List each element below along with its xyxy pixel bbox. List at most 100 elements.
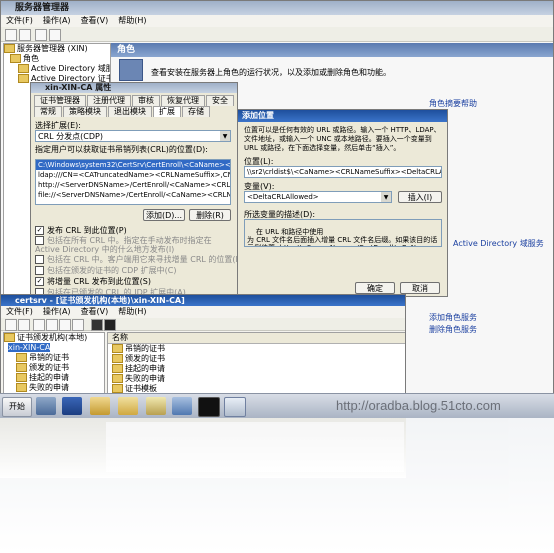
tree-item-ad-ds[interactable]: Active Directory 域服务: [4, 64, 110, 74]
folder-icon: [16, 373, 27, 382]
menu-view[interactable]: 查看(V): [76, 307, 114, 316]
list-item[interactable]: 颁发的证书: [108, 354, 405, 364]
option-include-in-crls[interactable]: 包括在 CRL 中。客户端用它来寻找增量 CRL 的位置(N): [35, 254, 237, 265]
server-manager-icon[interactable]: [36, 397, 56, 415]
add-role-services-link[interactable]: 添加角色服务: [429, 312, 477, 323]
forward-icon[interactable]: [19, 29, 31, 41]
start-button[interactable]: 开始: [2, 397, 32, 417]
tree-item-failed[interactable]: 失败的申请: [4, 383, 104, 393]
location-item[interactable]: C:\Windows\system32\CertSrv\CertEnroll\<…: [36, 160, 230, 170]
list-item[interactable]: 失败的申请: [108, 374, 405, 384]
explorer-icon[interactable]: [90, 397, 110, 415]
server-manager-titlebar[interactable]: 服务器管理器: [1, 1, 553, 15]
refresh-icon[interactable]: [46, 319, 58, 331]
chevron-down-icon[interactable]: ▼: [220, 131, 230, 141]
tree-item-server-manager[interactable]: 服务器管理器 (XIN): [4, 44, 110, 54]
tab-policy-module[interactable]: 策略模块: [63, 106, 107, 117]
option-include-cdp[interactable]: 包括在颁发的证书的 CDP 扩展中(C): [35, 265, 176, 276]
option-publish-crl[interactable]: ✓ 发布 CRL 到此位置(P): [35, 225, 127, 236]
tab-storage[interactable]: 存储: [182, 106, 210, 117]
tabs-row-1: 证书管理器 注册代理 审核 恢复代理 安全: [34, 95, 235, 106]
tree-item-issued[interactable]: 颁发的证书: [4, 363, 104, 373]
locations-list[interactable]: C:\Windows\system32\CertSrv\CertEnroll\<…: [35, 159, 231, 205]
back-icon[interactable]: [5, 29, 17, 41]
help-icon[interactable]: [72, 319, 84, 331]
remove-location-button[interactable]: 删除(R): [189, 209, 231, 221]
export-icon[interactable]: [59, 319, 71, 331]
up-icon[interactable]: [33, 319, 45, 331]
location-input[interactable]: \\sr2\crldist$\<CaName><CRLNameSuffix><D…: [244, 166, 442, 178]
tab-enrollment-agents[interactable]: 注册代理: [87, 95, 131, 106]
cancel-button[interactable]: 取消: [400, 282, 440, 294]
ca-properties-titlebar[interactable]: xin-XIN-CA 属性: [31, 83, 237, 93]
menu-file[interactable]: 文件(F): [1, 16, 38, 25]
folder-icon: [16, 383, 27, 392]
up-icon[interactable]: [35, 29, 47, 41]
powershell-icon[interactable]: [62, 397, 82, 415]
add-location-dialog: 添加位置 位置可以是任何有效的 URL 或路径。输入一个 HTTP、LDAP、文…: [237, 109, 448, 297]
variable-dropdown[interactable]: <DeltaCRLAllowed> ▼: [244, 191, 392, 203]
forward-icon[interactable]: [18, 319, 30, 331]
tab-auditing[interactable]: 审核: [132, 95, 160, 106]
ad-ds-link[interactable]: Active Directory 域服务: [453, 238, 544, 249]
option-publish-delta-crl[interactable]: ✓ 将增量 CRL 发布到此位置(S): [35, 276, 151, 287]
tab-security[interactable]: 安全: [206, 95, 234, 106]
checkbox[interactable]: [35, 236, 44, 245]
select-extension-dropdown[interactable]: CRL 分发点(CDP) ▼: [35, 130, 231, 142]
certsrv-menubar: 文件(F) 操作(A) 查看(V) 帮助(H): [1, 306, 405, 318]
menu-help[interactable]: 帮助(H): [113, 307, 151, 316]
add-location-description: 位置可以是任何有效的 URL 或路径。输入一个 HTTP、LDAP、文件地址，或…: [244, 126, 441, 152]
locations-label: 指定用户可以获取证书吊销列表(CRL)的位置(D):: [35, 145, 208, 154]
checkbox-checked[interactable]: ✓: [35, 226, 44, 235]
location-item[interactable]: file://<ServerDNSName>/CertEnroll/<CaNam…: [36, 190, 230, 200]
insert-button[interactable]: 插入(I): [398, 191, 442, 203]
list-header[interactable]: 名称: [108, 333, 405, 344]
network-icon[interactable]: [172, 397, 192, 415]
option-include-all-crls[interactable]: 包括在所有 CRL 中。指定在手动发布时指定在 Active Directory…: [35, 236, 235, 254]
add-location-button[interactable]: 添加(D)...: [143, 209, 185, 221]
tree-item-ca[interactable]: xin-XIN-CA: [4, 343, 104, 353]
checkbox[interactable]: [35, 266, 44, 275]
chevron-down-icon[interactable]: ▼: [381, 192, 391, 202]
cmd-icon[interactable]: [198, 397, 220, 417]
menu-view[interactable]: 查看(V): [76, 16, 114, 25]
properties-icon[interactable]: [49, 29, 61, 41]
list-item[interactable]: 挂起的申请: [108, 364, 405, 374]
certsrv-icon[interactable]: [224, 397, 246, 417]
roles-header: 角色: [111, 43, 553, 57]
checkbox[interactable]: [35, 255, 44, 264]
folder-icon: [112, 364, 123, 373]
tab-cert-manager[interactable]: 证书管理器: [34, 95, 86, 106]
start-service-icon[interactable]: [91, 319, 103, 331]
start-label: 开始: [9, 402, 25, 411]
folder-icon: [16, 353, 27, 362]
roles-title: 角色: [117, 45, 136, 55]
checkbox-checked[interactable]: ✓: [35, 277, 44, 286]
location-item[interactable]: http://<ServerDNSName>/CertEnroll/<CaNam…: [36, 180, 230, 190]
remove-role-services-link[interactable]: 删除角色服务: [429, 324, 477, 335]
add-location-titlebar[interactable]: 添加位置: [238, 110, 447, 122]
folder-icon[interactable]: [118, 397, 138, 415]
tree-item-ca-local[interactable]: 证书颁发机构(本地): [4, 333, 104, 343]
list-item[interactable]: 吊销的证书: [108, 344, 405, 354]
tab-exit-module[interactable]: 退出模块: [108, 106, 152, 117]
stop-service-icon[interactable]: [104, 319, 116, 331]
roles-icon-large: [119, 59, 143, 81]
tab-recovery-agents[interactable]: 恢复代理: [161, 95, 205, 106]
menu-action[interactable]: 操作(A): [38, 307, 76, 316]
menu-file[interactable]: 文件(F): [1, 307, 38, 316]
menu-help[interactable]: 帮助(H): [113, 16, 151, 25]
tab-extensions[interactable]: 扩展: [153, 106, 181, 117]
server-manager-toolbar: [1, 27, 553, 42]
certsrv-titlebar[interactable]: certsrv - [证书颁发机构(本地)\xin-XIN-CA]: [1, 295, 405, 306]
tab-general[interactable]: 常规: [34, 106, 62, 117]
tree-item-revoked[interactable]: 吊销的证书: [4, 353, 104, 363]
pencil-icon[interactable]: [146, 397, 166, 415]
menu-action[interactable]: 操作(A): [38, 16, 76, 25]
ok-button[interactable]: 确定: [355, 282, 395, 294]
location-item[interactable]: ldap:///CN=<CATruncatedName><CRLNameSuff…: [36, 170, 230, 180]
tree-item-pending[interactable]: 挂起的申请: [4, 373, 104, 383]
tree-item-roles[interactable]: 角色: [4, 54, 110, 64]
back-icon[interactable]: [5, 319, 17, 331]
roles-summary-help-link[interactable]: 角色摘要帮助: [429, 98, 477, 109]
